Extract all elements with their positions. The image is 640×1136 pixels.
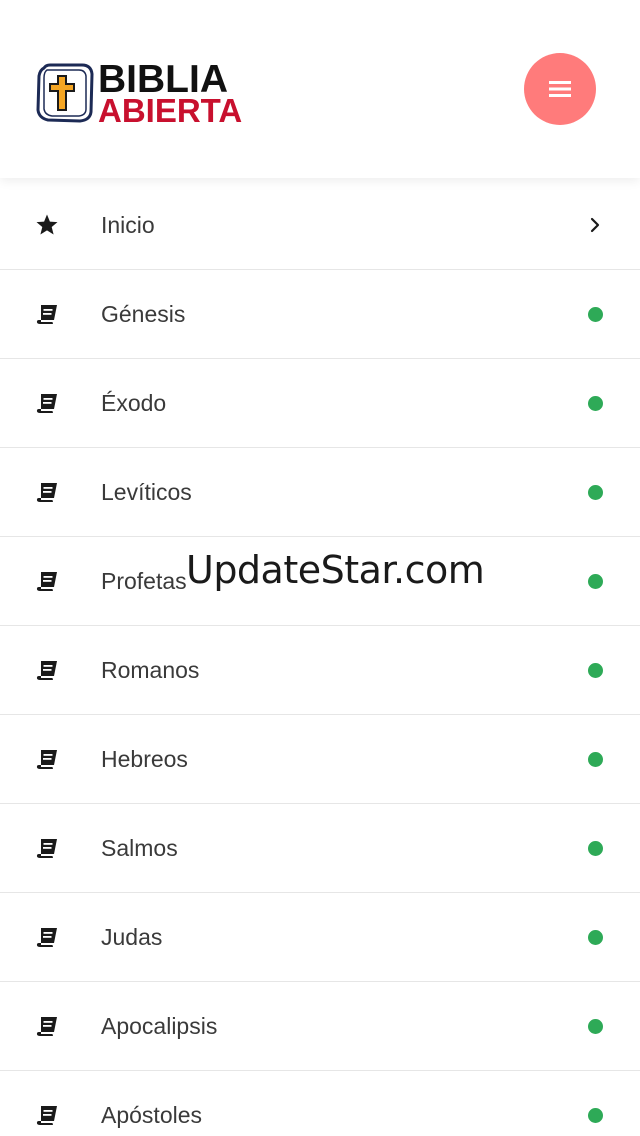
nav-item-exodo[interactable]: Éxodo	[0, 359, 640, 448]
nav-item-apostoles[interactable]: Apóstoles	[0, 1071, 640, 1136]
chevron-right-icon	[586, 216, 604, 234]
nav-item-label: Inicio	[101, 211, 155, 238]
book-icon	[34, 1013, 60, 1039]
nav-item-salmos[interactable]: Salmos	[0, 804, 640, 893]
book-icon	[34, 657, 60, 683]
nav-item-leviticos[interactable]: Levíticos	[0, 448, 640, 537]
biblia-abierta-logo[interactable]: BIBLIA ABIERTA	[34, 58, 294, 128]
book-icon	[34, 568, 60, 594]
nav-item-label: Génesis	[101, 300, 186, 327]
nav-item-label: Apocalipsis	[101, 1012, 218, 1039]
status-dot	[586, 483, 604, 501]
status-dot	[586, 394, 604, 412]
nav-item-inicio[interactable]: Inicio	[0, 181, 640, 270]
book-icon	[34, 479, 60, 505]
nav-item-label: Salmos	[101, 834, 178, 861]
nav-item-label: Levíticos	[101, 478, 192, 505]
nav-item-label: Hebreos	[101, 745, 188, 772]
nav-item-label: Éxodo	[101, 389, 167, 416]
book-icon	[34, 924, 60, 950]
status-dot	[586, 839, 604, 857]
app-header: BIBLIA ABIERTA	[0, 0, 640, 178]
status-dot	[586, 661, 604, 679]
nav-item-genesis[interactable]: Génesis	[0, 270, 640, 359]
nav-item-label: Romanos	[101, 656, 200, 683]
status-dot	[586, 572, 604, 590]
status-dot	[586, 750, 604, 768]
nav-list: Inicio Génesis Éxodo Levíticos Profetas …	[0, 181, 640, 1136]
nav-item-hebreos[interactable]: Hebreos	[0, 715, 640, 804]
star-icon	[34, 212, 60, 238]
status-dot	[586, 1017, 604, 1035]
book-icon	[34, 835, 60, 861]
nav-item-label: Apóstoles	[101, 1101, 203, 1128]
book-icon	[34, 746, 60, 772]
status-dot	[586, 928, 604, 946]
book-icon	[34, 1102, 60, 1128]
nav-item-romanos[interactable]: Romanos	[0, 626, 640, 715]
status-dot	[586, 1106, 604, 1124]
menu-button[interactable]	[524, 53, 596, 125]
hamburger-menu-icon	[549, 81, 571, 97]
watermark-text: UpdateStar.com	[186, 548, 485, 592]
app-screen: BIBLIA ABIERTA Inicio Génesis Éxodo Leví…	[0, 0, 640, 1136]
nav-item-apocalipsis[interactable]: Apocalipsis	[0, 982, 640, 1071]
nav-item-label: Profetas	[101, 567, 187, 594]
nav-item-label: Judas	[101, 923, 163, 950]
logo-title-line2: ABIERTA	[98, 92, 243, 129]
nav-item-judas[interactable]: Judas	[0, 893, 640, 982]
book-icon	[34, 301, 60, 327]
book-icon	[34, 390, 60, 416]
cross-book-logo-icon	[36, 63, 94, 123]
status-dot	[586, 305, 604, 323]
